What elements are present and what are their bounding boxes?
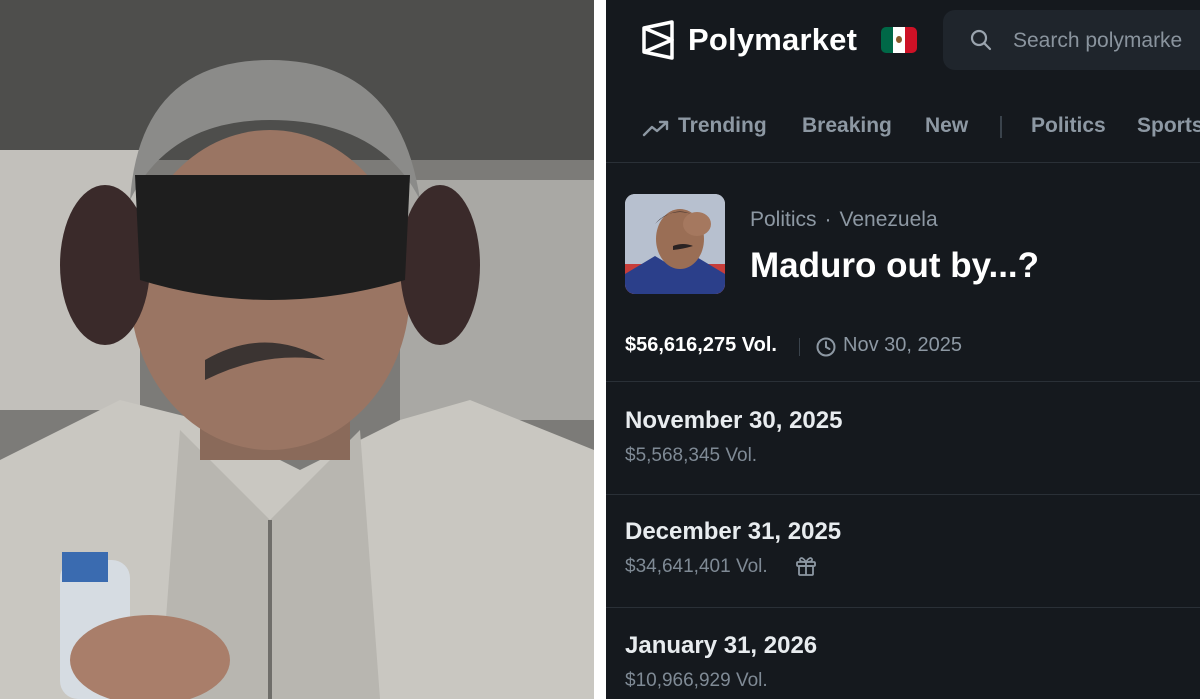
category-nav: Trending Breaking New Politics Sports	[606, 104, 1200, 152]
outcome-row[interactable]: January 31, 2026 $10,966,929 Vol.	[625, 632, 1185, 699]
breadcrumb-subcategory[interactable]: Venezuela	[840, 208, 938, 231]
stats-divider	[799, 338, 800, 356]
top-bar: Polymarket Search polymarke	[606, 0, 1200, 82]
total-volume: $56,616,275 Vol.	[625, 334, 777, 356]
breadcrumb: Politics · Venezuela	[750, 208, 938, 232]
nav-item-trending[interactable]: Trending	[678, 114, 767, 138]
outcome-title[interactable]: December 31, 2025	[625, 518, 841, 546]
outcome-title[interactable]: January 31, 2026	[625, 632, 817, 660]
outcome-title[interactable]: November 30, 2025	[625, 407, 842, 435]
market-thumbnail-image	[625, 194, 725, 294]
outcome-volume: $10,966,929 Vol.	[625, 670, 768, 691]
gift-icon[interactable]	[794, 554, 818, 578]
nav-divider-line	[606, 162, 1200, 163]
panel-divider	[594, 0, 606, 699]
nav-divider	[1000, 116, 1002, 138]
search-bar[interactable]: Search polymarke	[943, 10, 1200, 70]
photo-man-with-blindfold-and-headphones	[0, 0, 594, 699]
polymarket-app: Polymarket Search polymarke Trending Bre…	[606, 0, 1200, 699]
nav-item-breaking[interactable]: Breaking	[802, 114, 892, 138]
clock-icon	[816, 337, 836, 357]
outcome-divider	[606, 494, 1200, 495]
outcome-row[interactable]: December 31, 2025 $34,641,401 Vol.	[625, 518, 1185, 598]
market-title: Maduro out by...?	[750, 246, 1040, 285]
nav-item-new[interactable]: New	[925, 114, 968, 138]
market-thumbnail	[625, 194, 725, 294]
brand-name[interactable]: Polymarket	[688, 22, 857, 58]
search-input[interactable]: Search polymarke	[1013, 29, 1182, 53]
breadcrumb-category[interactable]: Politics	[750, 208, 817, 231]
trending-up-icon	[642, 120, 669, 137]
outcome-volume: $5,568,345 Vol.	[625, 445, 758, 466]
mexico-flag-icon[interactable]	[881, 27, 917, 53]
search-icon	[970, 29, 992, 51]
polymarket-logo-icon[interactable]	[640, 20, 676, 60]
end-date: Nov 30, 2025	[843, 334, 962, 356]
outcome-volume: $34,641,401 Vol.	[625, 556, 768, 577]
breadcrumb-separator: ·	[824, 208, 832, 231]
outcome-row[interactable]: November 30, 2025 $5,568,345 Vol.	[625, 407, 1185, 487]
stats-divider-line	[606, 381, 1200, 382]
nav-item-sports[interactable]: Sports	[1137, 114, 1200, 138]
outcome-divider	[606, 607, 1200, 608]
nav-item-politics[interactable]: Politics	[1031, 114, 1106, 138]
photo-illustration	[0, 0, 594, 699]
